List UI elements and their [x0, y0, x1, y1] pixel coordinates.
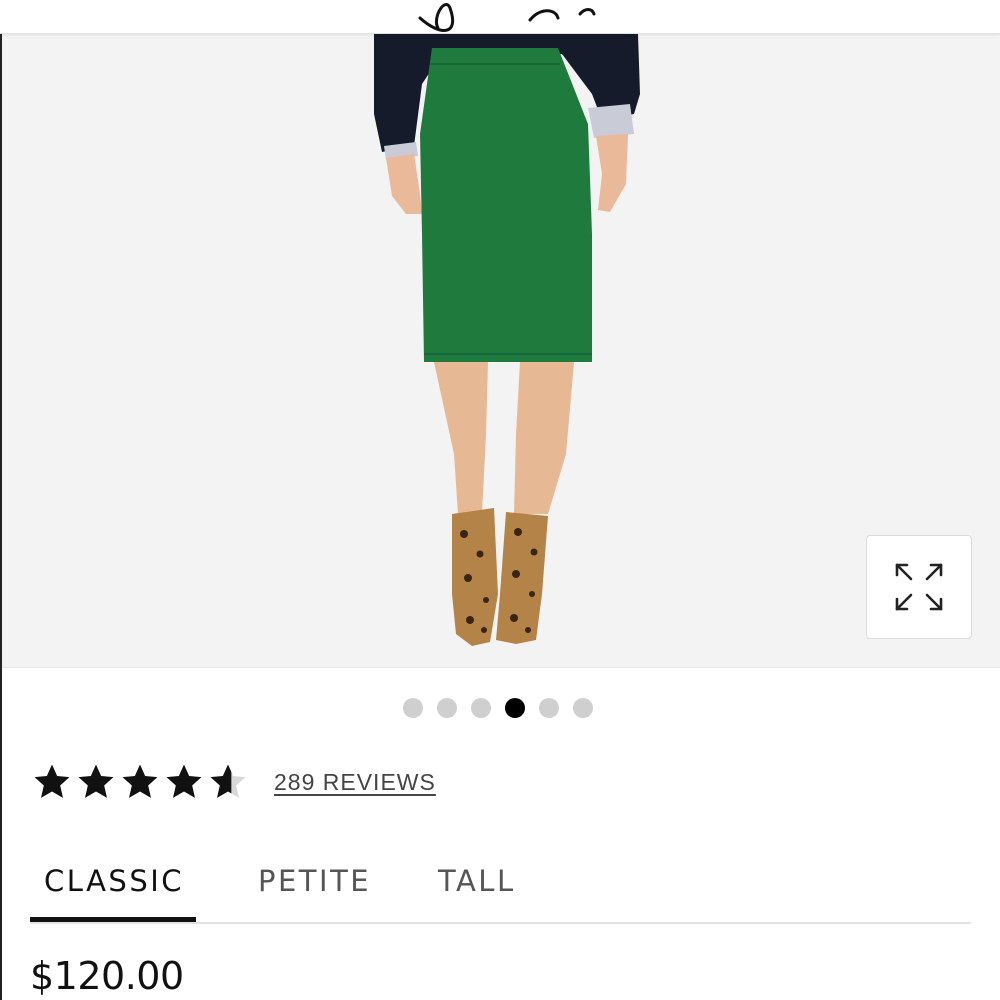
star-icon	[78, 764, 114, 798]
carousel-pagination	[0, 698, 1000, 718]
product-photo	[374, 34, 640, 646]
carousel-dot-4[interactable]	[505, 698, 525, 718]
fullscreen-button[interactable]	[866, 535, 972, 639]
carousel-dot-5[interactable]	[539, 698, 559, 718]
tab-classic[interactable]: CLASSIC	[44, 864, 184, 898]
brand-logo[interactable]	[380, 0, 620, 34]
fit-tabs: CLASSIC PETITE TALL	[30, 852, 971, 924]
reviews-link[interactable]: 289 REVIEWS	[274, 769, 436, 796]
carousel-dot-6[interactable]	[573, 698, 593, 718]
expand-icon	[895, 563, 943, 611]
product-rating: 289 REVIEWS	[32, 760, 436, 804]
star-icon	[166, 764, 202, 798]
carousel-dot-2[interactable]	[437, 698, 457, 718]
carousel-dot-3[interactable]	[471, 698, 491, 718]
star-icon	[122, 764, 158, 798]
tab-petite[interactable]: PETITE	[258, 864, 371, 898]
star-rating	[32, 762, 248, 802]
site-header	[0, 0, 1000, 34]
tab-tall[interactable]: TALL	[438, 864, 516, 898]
star-icon	[34, 764, 70, 798]
carousel-dot-1[interactable]	[403, 698, 423, 718]
half-star-icon	[210, 764, 246, 798]
active-tab-indicator	[30, 917, 196, 922]
product-image-gallery[interactable]	[2, 34, 1000, 668]
product-price: $120.00	[30, 954, 184, 998]
